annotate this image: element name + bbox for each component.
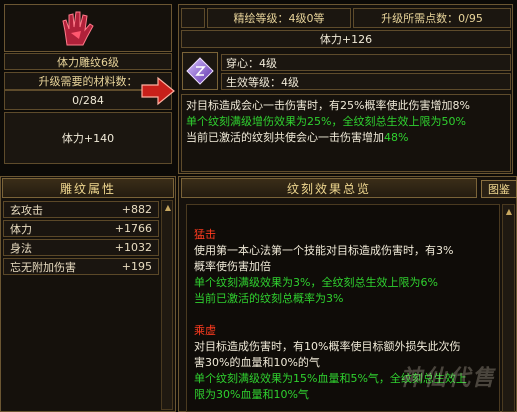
engrave-desc-line3-prefix: 当前已激活的纹刻共使会心一击伤害增加 xyxy=(186,131,384,144)
attribute-name: 体力 xyxy=(10,222,32,236)
attribute-value: +1766 xyxy=(114,222,152,235)
overview-item-title: 猛击 xyxy=(194,228,216,241)
overview-item-line: 使用第一本心法第一个技能对目标造成伤害时，有3% xyxy=(194,244,454,257)
engrave-desc-line1: 对目标造成会心一击伤害时，有25%概率使此伤害增加8% xyxy=(186,99,470,112)
overview-item-green-line: 单个纹刻满级效果为3%，全纹刻总生效上限为6% xyxy=(194,276,438,289)
upgrade-icon-slot xyxy=(181,8,205,28)
refine-level: 精绘等级：4级0等 xyxy=(207,8,351,28)
attribute-row: 忘无附加伤害 +195 xyxy=(3,258,159,275)
item-icon-frame[interactable] xyxy=(4,4,172,52)
item-bonus: 体力+140 xyxy=(4,112,172,164)
scroll-up-arrow[interactable]: ▲ xyxy=(163,203,173,213)
engrave-effect-level: 生效等级：4级 xyxy=(221,73,511,90)
attribute-name: 玄攻击 xyxy=(10,203,43,217)
attributes-scrollbar[interactable]: ▲ xyxy=(161,200,173,410)
overview-tab[interactable]: 图鉴 xyxy=(481,180,517,198)
attribute-name: 身法 xyxy=(10,241,32,255)
attribute-row: 体力 +1766 xyxy=(3,220,159,237)
item-name: 体力雕纹6级 xyxy=(4,53,172,70)
points-needed: 升级所需点数：0/95 xyxy=(353,8,511,28)
glove-icon[interactable] xyxy=(57,7,97,49)
overview-item-title: 乘虚 xyxy=(194,324,216,337)
overview-item-active-line: 当前已激活的纹刻总概率为3% xyxy=(194,292,344,305)
engrave-desc-line3-value: 48% xyxy=(384,131,409,144)
arrow-right-icon xyxy=(140,76,176,106)
watermark-text: 神仙代售 xyxy=(400,366,497,391)
engrave-icon-frame[interactable] xyxy=(182,52,218,90)
rune-icon[interactable] xyxy=(186,57,214,85)
attribute-row: 玄攻击 +882 xyxy=(3,201,159,218)
attribute-value: +1032 xyxy=(114,241,152,254)
attribute-row: 身法 +1032 xyxy=(3,239,159,256)
engrave-desc-line3: 当前已激活的纹刻共使会心一击伤害增加48% xyxy=(186,130,506,146)
overview-item-line: 概率使伤害加倍 xyxy=(194,260,271,273)
scroll-up-arrow[interactable]: ▲ xyxy=(504,207,514,217)
engrave-description: 对目标造成会心一击伤害时，有25%概率使此伤害增加8% 单个纹刻满级增伤效果为2… xyxy=(181,94,511,172)
attribute-value: +882 xyxy=(121,203,152,216)
overview-header: 纹刻效果总览 xyxy=(181,178,477,198)
upgrade-stat: 体力+126 xyxy=(181,30,511,48)
engrave-desc-line2: 单个纹刻满级增伤效果为25%，全纹刻总生效上限为50% xyxy=(186,115,466,128)
attribute-value: +195 xyxy=(121,260,152,273)
engrave-name: 穿心：4级 xyxy=(221,54,511,71)
attribute-name: 忘无附加伤害 xyxy=(10,260,76,274)
attributes-header: 雕纹属性 xyxy=(2,178,174,198)
overview-item-line: 对目标造成伤害时，有10%概率使目标额外损失此次伤 xyxy=(194,340,461,353)
